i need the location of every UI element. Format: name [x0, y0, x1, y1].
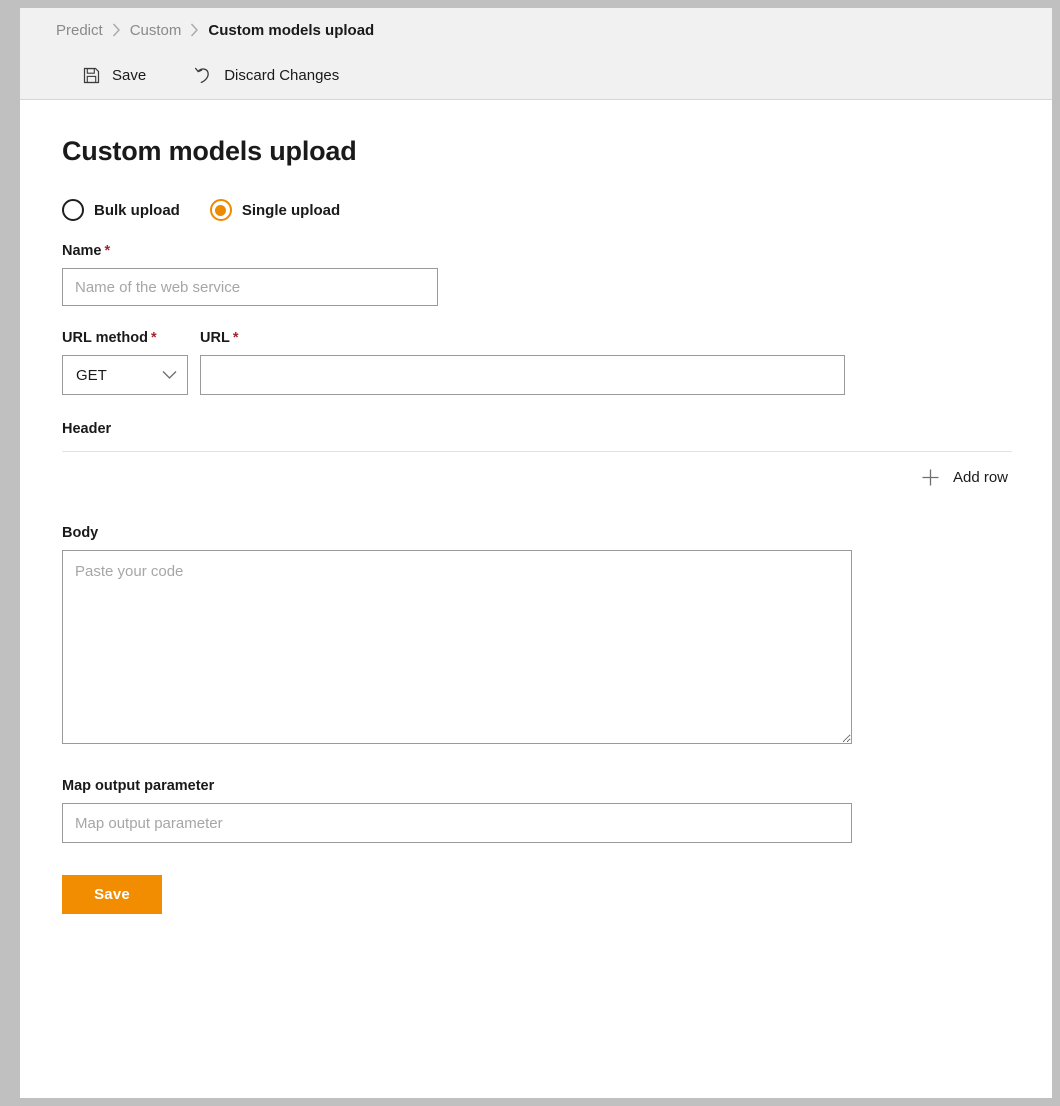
command-toolbar: Save Discard Changes — [20, 52, 1052, 98]
radio-single-upload[interactable]: Single upload — [210, 199, 340, 221]
radio-unselected-icon — [62, 199, 84, 221]
toolbar-discard-button[interactable]: Discard Changes — [192, 64, 341, 87]
chevron-down-icon — [162, 370, 177, 380]
map-output-parameter-input[interactable] — [62, 803, 852, 843]
url-block: URL* — [200, 330, 845, 395]
url-method-select[interactable]: GET — [62, 355, 188, 395]
toolbar-save-button[interactable]: Save — [80, 64, 148, 87]
chevron-right-icon — [112, 23, 121, 37]
required-asterisk: * — [151, 330, 157, 346]
window-frame: Predict Custom Custom models upload — [20, 8, 1052, 1098]
body-label: Body — [62, 525, 1012, 541]
name-label: Name* — [62, 243, 1012, 259]
radio-selected-icon — [210, 199, 232, 221]
page-header: Predict Custom Custom models upload — [20, 8, 1052, 100]
undo-arrow-icon — [194, 66, 213, 85]
url-method-block: URL method* GET — [62, 330, 188, 395]
add-row-bar: Add row — [62, 452, 1012, 489]
header-section-label: Header — [62, 421, 1012, 437]
upload-mode-radio-group: Bulk upload Single upload — [62, 199, 1012, 221]
header-section: Header Add row — [62, 421, 1012, 489]
map-output-parameter-block: Map output parameter — [62, 778, 1012, 843]
radio-single-upload-label: Single upload — [242, 202, 340, 219]
radio-bulk-upload[interactable]: Bulk upload — [62, 199, 180, 221]
body-field-block: Body — [62, 525, 1012, 744]
page-title: Custom models upload — [62, 136, 1012, 167]
name-label-text: Name — [62, 243, 102, 259]
radio-bulk-upload-label: Bulk upload — [94, 202, 180, 219]
url-method-selected-value: GET — [76, 367, 107, 384]
body-textarea[interactable] — [62, 550, 852, 744]
chevron-right-icon — [190, 23, 199, 37]
breadcrumb: Predict Custom Custom models upload — [20, 8, 1052, 52]
save-button[interactable]: Save — [62, 875, 162, 914]
required-asterisk: * — [105, 243, 111, 259]
page-content: Custom models upload Bulk upload Single … — [20, 100, 1052, 914]
url-method-label: URL method* — [62, 330, 188, 346]
url-label-text: URL — [200, 330, 230, 346]
toolbar-discard-label: Discard Changes — [224, 67, 339, 84]
breadcrumb-item-custom[interactable]: Custom — [130, 22, 182, 39]
url-method-label-text: URL method — [62, 330, 148, 346]
url-row: URL method* GET URL* — [62, 330, 1012, 395]
url-label: URL* — [200, 330, 845, 346]
name-input[interactable] — [62, 268, 438, 306]
url-input[interactable] — [200, 355, 845, 395]
floppy-disk-icon — [82, 66, 101, 85]
breadcrumb-item-predict[interactable]: Predict — [56, 22, 103, 39]
plus-icon — [921, 467, 941, 487]
add-row-button[interactable]: Add row — [919, 465, 1010, 489]
map-output-parameter-label: Map output parameter — [62, 778, 1012, 794]
app-root: Predict Custom Custom models upload — [0, 0, 1060, 1106]
breadcrumb-item-current: Custom models upload — [208, 22, 374, 39]
add-row-label: Add row — [953, 469, 1008, 486]
required-asterisk: * — [233, 330, 239, 346]
name-field-block: Name* — [62, 243, 1012, 306]
toolbar-save-label: Save — [112, 67, 146, 84]
